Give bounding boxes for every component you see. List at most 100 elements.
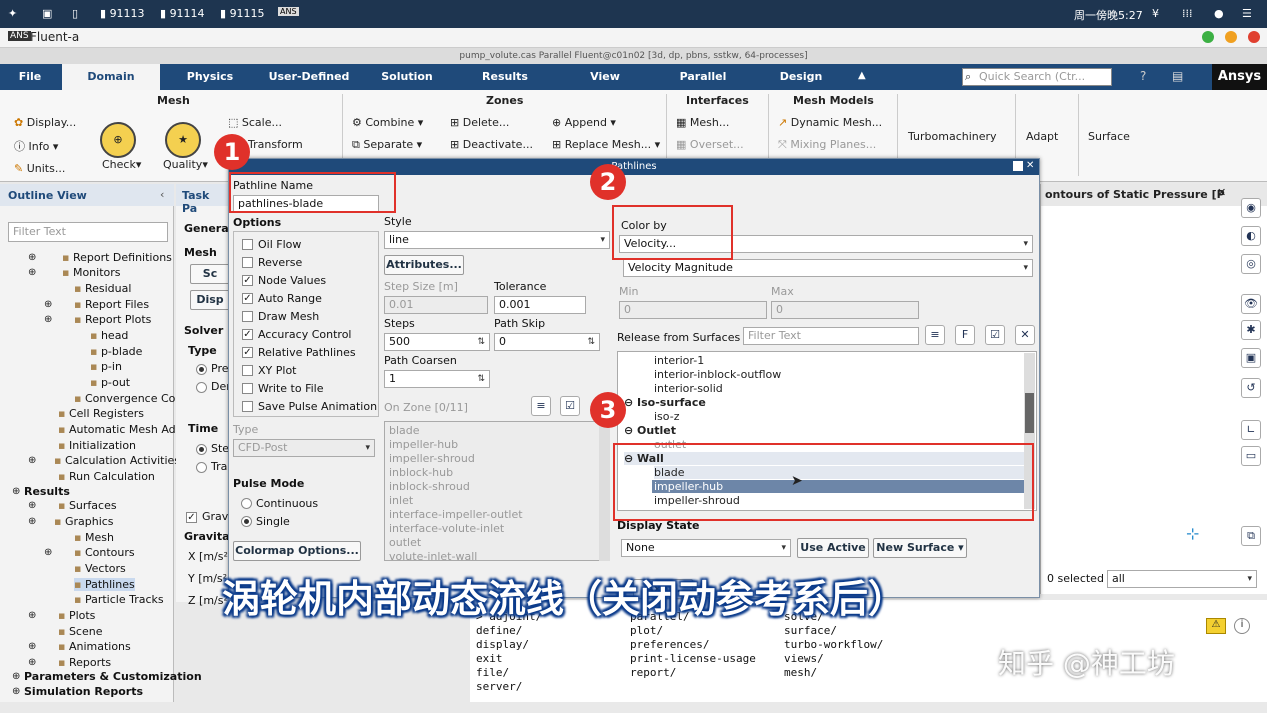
outline-item-reports[interactable]: ▪ Reports — [58, 656, 111, 669]
outline-item-vectors[interactable]: ▪ Vectors — [74, 562, 126, 575]
deselect-zones-icon[interactable]: ☑ — [560, 396, 580, 416]
expand-toggle-icon[interactable]: ⊕ — [44, 299, 52, 310]
step-size-input[interactable]: 0.01 — [384, 296, 488, 314]
probe-icon[interactable]: ✱ — [1241, 320, 1261, 340]
outline-item-mesh[interactable]: ▪ Mesh — [74, 531, 114, 544]
expand-toggle-icon[interactable]: ⊕ — [28, 500, 36, 511]
collapse-ribbon-icon[interactable]: ▲ — [858, 70, 866, 81]
surface-button[interactable]: Surface — [1088, 130, 1130, 143]
close-graphics-tab-icon[interactable]: ✕ — [1217, 186, 1226, 199]
outline-item-calculation-activities[interactable]: ▪ Calculation Activities — [54, 454, 180, 467]
zone-item[interactable]: inlet — [389, 494, 413, 507]
outline-item-parameters-customization[interactable]: Parameters & Customization — [24, 670, 202, 683]
outline-item-surfaces[interactable]: ▪ Surfaces — [58, 499, 117, 512]
outline-item-monitors[interactable]: ▪ Monitors — [62, 266, 121, 279]
option-checkbox-relative-pathlines[interactable]: ✓ — [242, 347, 253, 358]
task-item-2[interactable]: ▮ 91114 — [160, 7, 205, 20]
surface-item[interactable]: interior-solid — [654, 382, 723, 395]
display-task-button[interactable]: Disp — [190, 290, 230, 310]
selection-filter-select[interactable]: all ▾ — [1107, 570, 1257, 588]
min-input[interactable]: 0 — [619, 301, 767, 319]
style-select[interactable]: line ▾ — [384, 231, 610, 249]
pan-icon[interactable]: ◎ — [1241, 254, 1261, 274]
gravity-checkbox[interactable]: ✓ — [186, 512, 197, 523]
tab-physics[interactable]: Physics — [165, 64, 255, 90]
surface-filter-input[interactable]: Filter Text — [743, 327, 919, 345]
option-checkbox-oil-flow[interactable] — [242, 239, 253, 250]
expand-toggle-icon[interactable]: ⊕ — [44, 547, 52, 558]
collapse-group-icon[interactable]: ⊖ — [624, 424, 637, 437]
replace-mesh-button[interactable]: ⊞ Replace Mesh... ▾ — [552, 138, 660, 151]
task-item-1[interactable]: ▮ 91113 — [100, 7, 145, 20]
steady-radio[interactable] — [196, 444, 207, 455]
option-checkbox-xy-plot[interactable] — [242, 365, 253, 376]
outline-item-pathlines[interactable]: ▪ Pathlines — [74, 578, 135, 591]
outline-item-contours[interactable]: ▪ Contours — [74, 546, 135, 559]
surface-item[interactable]: interior-inblock-outflow — [654, 368, 781, 381]
outline-item-animations[interactable]: ▪ Animations — [58, 640, 131, 653]
expand-toggle-icon[interactable]: ⊕ — [12, 671, 20, 682]
user-icon[interactable]: ● — [1214, 7, 1224, 20]
option-checkbox-save-pulse-animation[interactable] — [242, 401, 253, 412]
tab-view[interactable]: View — [560, 64, 650, 90]
quick-search-input[interactable]: ⌕ Quick Search (Ctr... — [962, 68, 1112, 86]
axis-icon[interactable]: ∟ — [1241, 420, 1261, 440]
quality-icon[interactable]: ★ — [165, 122, 201, 158]
tab-solution[interactable]: Solution — [362, 64, 452, 90]
select-all-zones-icon[interactable]: ≡ — [531, 396, 551, 416]
select-all-surfaces-icon[interactable]: ☑ — [985, 325, 1005, 345]
zone-item[interactable]: volute-inlet-wall — [389, 550, 477, 560]
expand-toggle-icon[interactable]: ⊕ — [12, 486, 20, 497]
tab-parallel[interactable]: Parallel — [658, 64, 748, 90]
zone-item[interactable]: interface-volute-inlet — [389, 522, 504, 535]
surface-group[interactable]: ⊖ Outlet — [624, 424, 676, 437]
option-checkbox-draw-mesh[interactable] — [242, 311, 253, 322]
tab-results[interactable]: Results — [460, 64, 550, 90]
outline-item-scene[interactable]: ▪ Scene — [58, 625, 103, 638]
filter-surfaces-icon[interactable]: ≡ — [925, 325, 945, 345]
surface-group[interactable]: ⊖ Iso-surface — [624, 396, 706, 409]
outline-item-head[interactable]: ▪ head — [90, 329, 128, 342]
outline-item-report-definitions[interactable]: ▪ Report Definitions — [62, 251, 172, 264]
clear-surfaces-icon[interactable]: ✕ — [1015, 325, 1035, 345]
fluent-task-icon[interactable]: ANS — [278, 7, 299, 16]
continuous-radio[interactable] — [241, 498, 252, 509]
option-checkbox-auto-range[interactable]: ✓ — [242, 293, 253, 304]
info-button[interactable]: ⓘ Info ▾ — [14, 138, 58, 154]
outline-filter-input[interactable]: Filter Text — [8, 222, 168, 242]
tab-design[interactable]: Design — [756, 64, 846, 90]
graphics-window[interactable]: ontours of Static Pressure [P ✕ ◉ ◐ ◎ 👁 … — [1040, 184, 1267, 594]
start-icon[interactable]: ✦ — [8, 7, 17, 20]
outline-item-cell-registers[interactable]: ▪ Cell Registers — [58, 407, 144, 420]
outline-item-particle-tracks[interactable]: ▪ Particle Tracks — [74, 593, 164, 606]
steps-input[interactable]: 500 ⇅ — [384, 333, 490, 351]
ruler-icon[interactable]: ▭ — [1241, 446, 1261, 466]
graphics-tab-title[interactable]: ontours of Static Pressure [P — [1041, 184, 1267, 206]
undo-view-icon[interactable]: ↺ — [1241, 378, 1261, 398]
colormap-options-button[interactable]: Colormap Options... — [233, 541, 361, 561]
folder-icon[interactable]: ▣ — [42, 7, 52, 20]
outline-item-p-in[interactable]: ▪ p-in — [90, 360, 122, 373]
rotate-icon[interactable]: ◐ — [1241, 226, 1261, 246]
surface-item[interactable]: interior-1 — [654, 354, 704, 367]
eye-icon[interactable]: 👁 — [1241, 294, 1261, 314]
deactivate-button[interactable]: ⊞ Deactivate... — [450, 138, 533, 151]
minimize-button[interactable] — [1202, 31, 1214, 43]
expand-toggle-icon[interactable]: ⊕ — [28, 657, 36, 668]
apps-grid-icon[interactable]: ⁞⁞⁞ — [1182, 7, 1193, 20]
max-input[interactable]: 0 — [771, 301, 919, 319]
info-icon[interactable]: i — [1234, 618, 1250, 634]
outline-item-simulation-reports[interactable]: Simulation Reports — [24, 685, 143, 698]
mixing-planes-button[interactable]: ⤧ Mixing Planes... — [778, 138, 876, 152]
color-sub-select[interactable]: Velocity Magnitude ▾ — [623, 259, 1033, 277]
dialog-close-button[interactable]: ✕ — [1026, 160, 1034, 171]
display-state-select[interactable]: None ▾ — [621, 539, 791, 557]
tab-user-defined[interactable]: User-Defined — [260, 64, 358, 90]
zone-item[interactable]: inblock-hub — [389, 466, 453, 479]
outline-item-initialization[interactable]: ▪ Initialization — [58, 439, 136, 452]
turbomachinery-button[interactable]: Turbomachinery — [908, 130, 997, 143]
units-button[interactable]: ✎ Units... — [14, 162, 65, 175]
tolerance-input[interactable]: 0.001 — [494, 296, 586, 314]
file-icon[interactable]: ▯ — [72, 7, 78, 20]
option-checkbox-accuracy-control[interactable]: ✓ — [242, 329, 253, 340]
